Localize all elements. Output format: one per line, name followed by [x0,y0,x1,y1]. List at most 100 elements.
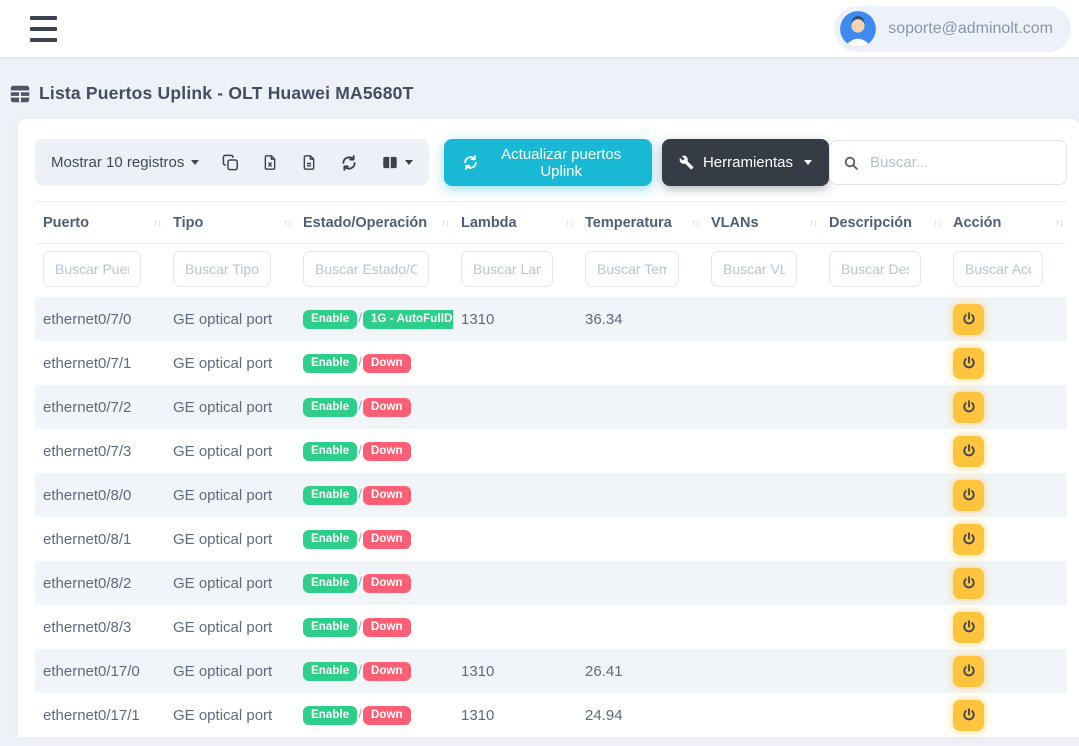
operacion-badge: Down [363,618,411,637]
cell-temperatura: 26.41 [577,649,703,693]
cell-temperatura [577,517,703,561]
sort-icon[interactable]: ↑↓ [437,218,449,229]
page-title: Lista Puertos Uplink - OLT Huawei MA5680… [39,83,413,104]
cell-vlans [703,693,821,737]
cell-puerto: ethernet0/8/2 [35,561,165,605]
records-per-page-dropdown[interactable]: Mostrar 10 registros [51,154,199,171]
column-label-puerto: Puerto [43,215,89,231]
cell-lambda [453,385,577,429]
power-button[interactable] [953,656,984,687]
filter-input-tipo[interactable] [173,251,271,287]
reload-table-button[interactable] [340,154,358,172]
column-header-vlans[interactable]: VLANs ↑↓ [703,202,821,244]
cell-lambda: 1310 [453,297,577,341]
power-button[interactable] [953,612,984,643]
column-header-tipo[interactable]: Tipo↑↓ [165,202,295,244]
hamburger-icon [30,16,57,20]
table-row: ethernet0/7/1GE optical portEnable/Down [35,341,1067,385]
cell-accion [945,517,1067,561]
sort-icon[interactable]: ↑↓ [1051,218,1063,229]
filter-input-lambda[interactable] [461,251,553,287]
cell-puerto: ethernet0/8/1 [35,517,165,561]
filter-row [35,244,1067,298]
copy-icon [222,154,239,171]
column-header-accion[interactable]: Acción↑↓ [945,202,1067,244]
cell-puerto: ethernet0/17/0 [35,649,165,693]
sort-icon[interactable]: ↑↓ [149,218,161,229]
estado-badge: Enable [303,574,357,593]
column-header-puerto[interactable]: Puerto ↑↓ [35,202,165,244]
sort-icon[interactable]: ↑↓ [279,218,291,229]
sort-icon[interactable]: ↑↓ [805,218,817,229]
power-button[interactable] [953,348,984,379]
power-button[interactable] [953,524,984,555]
power-button[interactable] [953,304,984,335]
operacion-badge: Down [363,662,411,681]
column-label-vlans: VLANs [711,215,759,231]
column-label-estado-operacion: Estado/Operación [303,215,427,231]
column-header-lambda[interactable]: Lambda ↑↓ [453,202,577,244]
power-button[interactable] [953,480,984,511]
cell-accion [945,429,1067,473]
cell-temperatura: 24.94 [577,693,703,737]
sort-icon[interactable]: ↑↓ [561,218,573,229]
table-row: ethernet0/8/2GE optical portEnable/Down [35,561,1067,605]
filter-input-accion[interactable] [953,251,1043,287]
filter-input-estado-operacion[interactable] [303,251,429,287]
operacion-badge: Down [363,398,411,417]
filter-cell-descripcion [821,244,945,298]
tools-dropdown-button[interactable]: Herramientas [662,139,829,186]
column-header-temperatura[interactable]: Temperatura ↑↓ [577,202,703,244]
cell-vlans [703,341,821,385]
export-excel-button[interactable] [262,154,278,171]
filter-cell-tipo [165,244,295,298]
cell-estado-operacion: Enable/1G - AutoFullD [295,297,453,341]
cell-descripcion [821,693,945,737]
refresh-icon [462,154,479,171]
table-row: ethernet0/17/1GE optical portEnable/Down… [35,693,1067,737]
user-menu[interactable]: soporte@adminolt.com [834,6,1071,52]
cell-estado-operacion: Enable/Down [295,385,453,429]
chevron-down-icon [405,160,413,165]
column-header-descripcion[interactable]: Descripción↑↓ [821,202,945,244]
power-button[interactable] [953,392,984,423]
power-button[interactable] [953,436,984,467]
cell-temperatura: 36.34 [577,297,703,341]
column-visibility-button[interactable] [381,154,413,171]
cell-lambda [453,341,577,385]
filter-input-puerto[interactable] [43,251,141,287]
cell-puerto: ethernet0/7/0 [35,297,165,341]
column-header-estado-operacion[interactable]: Estado/Operación ↑↓ [295,202,453,244]
search-input[interactable] [870,154,1069,171]
cell-estado-operacion: Enable/Down [295,429,453,473]
columns-icon [381,154,399,171]
cell-descripcion [821,429,945,473]
column-label-lambda: Lambda [461,215,517,231]
export-file-button[interactable] [301,154,317,171]
power-button[interactable] [953,568,984,599]
filter-cell-vlans [703,244,821,298]
update-uplink-ports-label: Actualizar puertos Uplink [488,146,634,180]
filter-input-descripcion[interactable] [829,251,921,287]
records-per-page-label: Mostrar 10 registros [51,154,184,171]
sort-icon[interactable]: ↑↓ [687,218,699,229]
copy-button[interactable] [222,154,239,171]
cell-accion [945,693,1067,737]
cell-vlans [703,517,821,561]
operacion-badge: Down [363,530,411,549]
power-icon [961,399,977,415]
update-uplink-ports-button[interactable]: Actualizar puertos Uplink [444,139,652,186]
table-row: ethernet0/7/0GE optical portEnable/1G - … [35,297,1067,341]
badge-separator: / [358,618,362,633]
power-button[interactable] [953,700,984,731]
column-label-temperatura: Temperatura [585,215,672,231]
search-box[interactable] [829,140,1067,185]
cell-vlans [703,605,821,649]
cell-tipo: GE optical port [165,649,295,693]
power-icon [961,487,977,503]
filter-input-vlans[interactable] [711,251,797,287]
sort-icon[interactable]: ↑↓ [929,218,941,229]
hamburger-menu-button[interactable] [28,12,59,46]
filter-input-temperatura[interactable] [585,251,679,287]
header-row: Puerto↑↓Tipo↑↓Estado/Operación↑↓Lambda↑↓… [35,202,1067,244]
